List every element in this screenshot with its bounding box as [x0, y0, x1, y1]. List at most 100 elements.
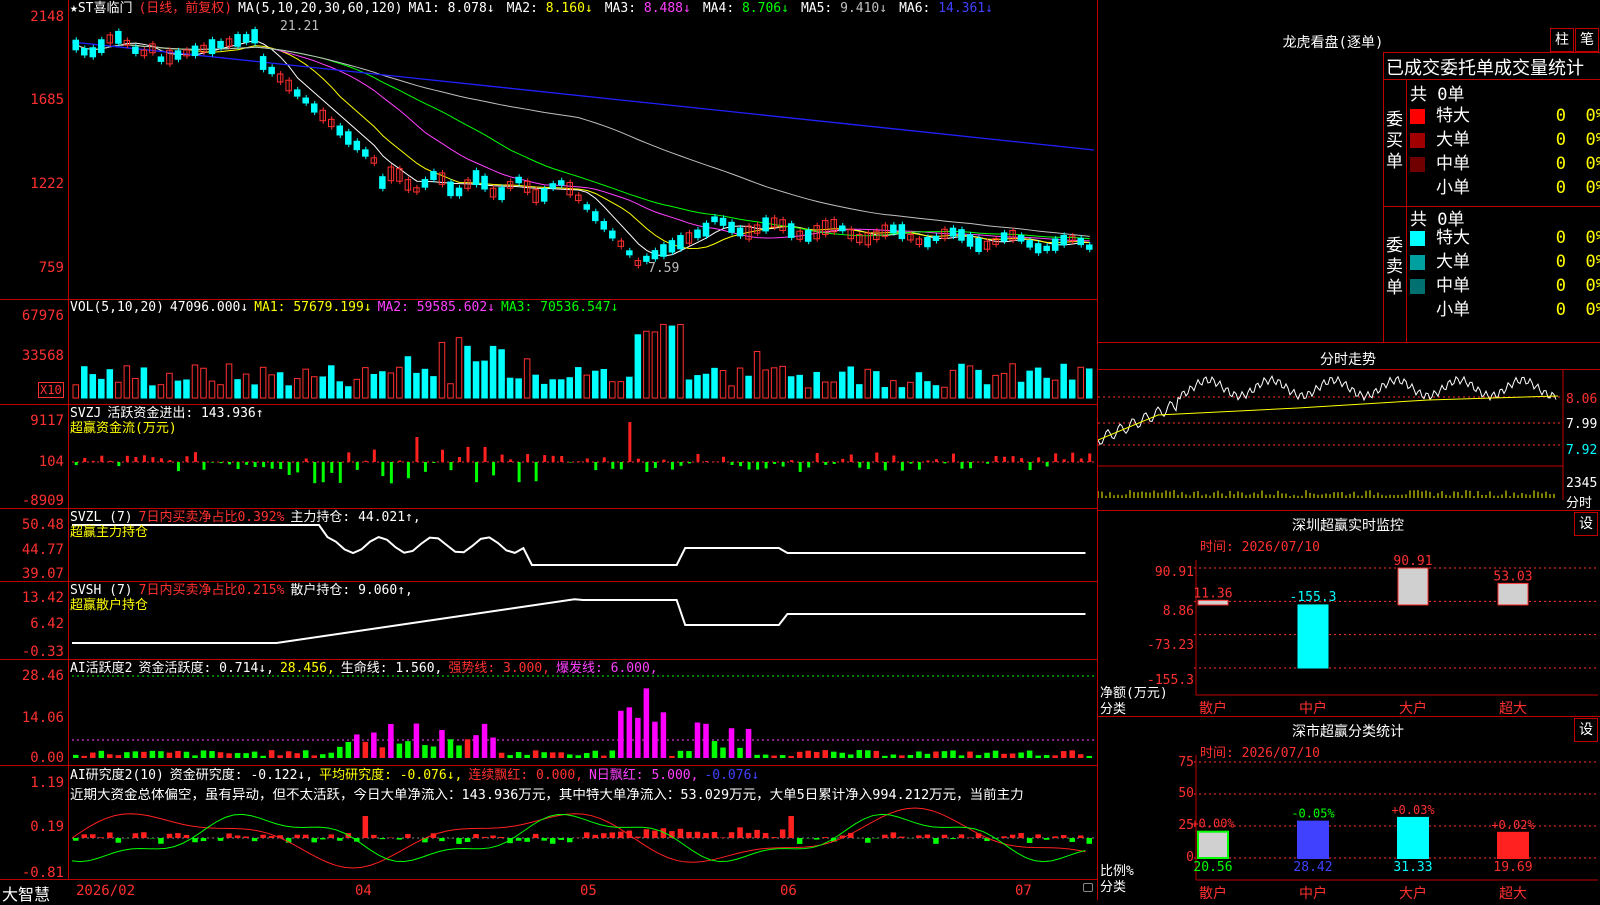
volume-bar — [763, 370, 769, 398]
volume-bar — [260, 367, 266, 398]
classify-settings-button[interactable]: 设 — [1574, 718, 1598, 742]
pen-toggle-button[interactable]: 笔 — [1575, 28, 1599, 52]
volume-bar — [269, 375, 275, 398]
candle — [891, 225, 897, 233]
ai-active-bar — [874, 751, 880, 758]
ai-active-bar — [329, 753, 335, 758]
volume-bar — [882, 388, 888, 398]
ai-research-bar — [167, 834, 173, 838]
volume-bar — [184, 380, 190, 398]
monitor-chart[interactable]: 11.36-155.390.9153.03 — [1098, 540, 1600, 710]
ai-research-bar — [405, 834, 411, 838]
ai-research-bar — [754, 830, 760, 838]
ai-research-bar — [627, 831, 633, 838]
candle — [737, 228, 743, 236]
ai-research-avg: 平均研究度: -0.076↓, — [319, 768, 462, 783]
volume-bar — [124, 366, 130, 398]
classify-chart[interactable]: +0.00%20.56-0.05%28.42+0.03%31.33+0.02%1… — [1098, 740, 1600, 900]
candle — [1078, 238, 1084, 244]
sell-l-swatch — [1410, 255, 1425, 270]
buy-l-name: 大单 — [1436, 128, 1470, 152]
kline-high-label: 21.21 — [280, 19, 319, 34]
volume-ytick-1: 67976 — [2, 309, 64, 323]
ai-active-bar — [82, 756, 88, 758]
bar-toggle-button[interactable]: 柱 — [1550, 28, 1574, 52]
ai-research-bar — [439, 838, 445, 841]
volume-bar — [303, 369, 309, 398]
candle — [116, 31, 122, 43]
ai-active-bar — [133, 751, 139, 758]
ai-active-bar — [363, 742, 369, 758]
lock-icon[interactable] — [1083, 883, 1093, 892]
ai-research-bar — [329, 834, 335, 838]
volume-bar — [431, 377, 437, 398]
volume-bar — [746, 376, 752, 398]
ai-active-bar — [848, 754, 854, 758]
svsh-ytick-2: 6.42 — [2, 617, 64, 631]
volume-bar — [99, 379, 105, 398]
kline-low-label: 7.59 — [648, 261, 679, 276]
sell-m-swatch — [1410, 279, 1425, 294]
ai-active-ytick-1: 28.46 — [2, 669, 64, 683]
volume-bar — [712, 368, 718, 398]
ma-line-3 — [76, 45, 1089, 241]
volume-bar — [1035, 368, 1041, 398]
ai-active-bar — [857, 750, 863, 758]
ai-research-bar — [865, 838, 871, 843]
volume-bar — [201, 368, 207, 398]
ai-active-bar — [584, 753, 590, 758]
ai-active-bar — [380, 747, 386, 758]
volume-header: VOL(5,10,20)47096.000↓MA1: 57679.199↓MA2… — [70, 300, 630, 315]
ai-active-bar — [644, 688, 650, 758]
sell-row-s: 小单00% — [1410, 298, 1600, 322]
svsh-sub: 超赢散户持仓 — [70, 598, 148, 613]
ai-active-bar — [303, 750, 309, 758]
xaxis-label-4: 06 — [780, 883, 797, 899]
sell-l-pct: 0% — [1570, 250, 1600, 274]
ai-research-bar — [652, 831, 658, 838]
main-chart-area[interactable]: ★ST喜临门(日线，前复权)MA(5,10,20,30,60,120)MA1: … — [0, 0, 1098, 900]
sell-xl-name: 特大 — [1436, 226, 1470, 250]
ai-research-last: -0.076↓ — [704, 768, 759, 783]
volume-bar — [567, 378, 573, 398]
svsh-ytick-3: -0.33 — [2, 645, 64, 659]
ai-research-bar — [746, 833, 752, 838]
volume-bar — [1001, 373, 1007, 398]
volume-bar — [942, 387, 948, 398]
candle — [354, 141, 360, 149]
ai-research-bar — [678, 829, 684, 838]
volume-bar — [448, 384, 454, 398]
ai-active-bar — [218, 752, 224, 758]
volume-bar — [959, 364, 965, 398]
intraday-price-1: 8.06 — [1566, 392, 1597, 407]
volume-bar — [1069, 380, 1075, 398]
ai-active-bar — [294, 753, 300, 758]
volume-bar — [771, 368, 777, 398]
ai-active-bar — [99, 751, 105, 758]
volume-bar — [788, 377, 794, 398]
monitor-settings-button[interactable]: 设 — [1574, 512, 1598, 536]
volume-bar — [533, 375, 539, 398]
ai-research-bar — [882, 835, 888, 838]
ai-active-bar — [737, 748, 743, 758]
monitor-bar-2 — [1298, 605, 1328, 668]
ai-research-bar — [320, 838, 326, 839]
ai-active-bar — [771, 756, 777, 758]
volume-bar — [933, 386, 939, 398]
candle — [499, 188, 505, 200]
ai-active-desc: 资金活跃度: 0.714↓, — [138, 661, 273, 676]
ai-research-bar — [141, 832, 147, 838]
ai-active-bar — [252, 752, 258, 758]
xaxis-label-5: 07 — [1015, 883, 1032, 899]
intraday-chart[interactable] — [1098, 370, 1600, 510]
ai-research-bar — [797, 838, 803, 844]
candle — [601, 222, 607, 230]
ai-research-bar — [959, 834, 965, 838]
candle — [82, 49, 88, 55]
ai-active-bar — [1001, 754, 1007, 758]
volume-bar — [805, 388, 811, 398]
order-stats-tabs[interactable]: 已成交委托单成交量统计 — [1386, 54, 1600, 80]
buy-l-count: 0 — [1540, 128, 1566, 152]
ai-research-bar — [601, 833, 607, 838]
sell-s-pct: 0% — [1570, 298, 1600, 322]
